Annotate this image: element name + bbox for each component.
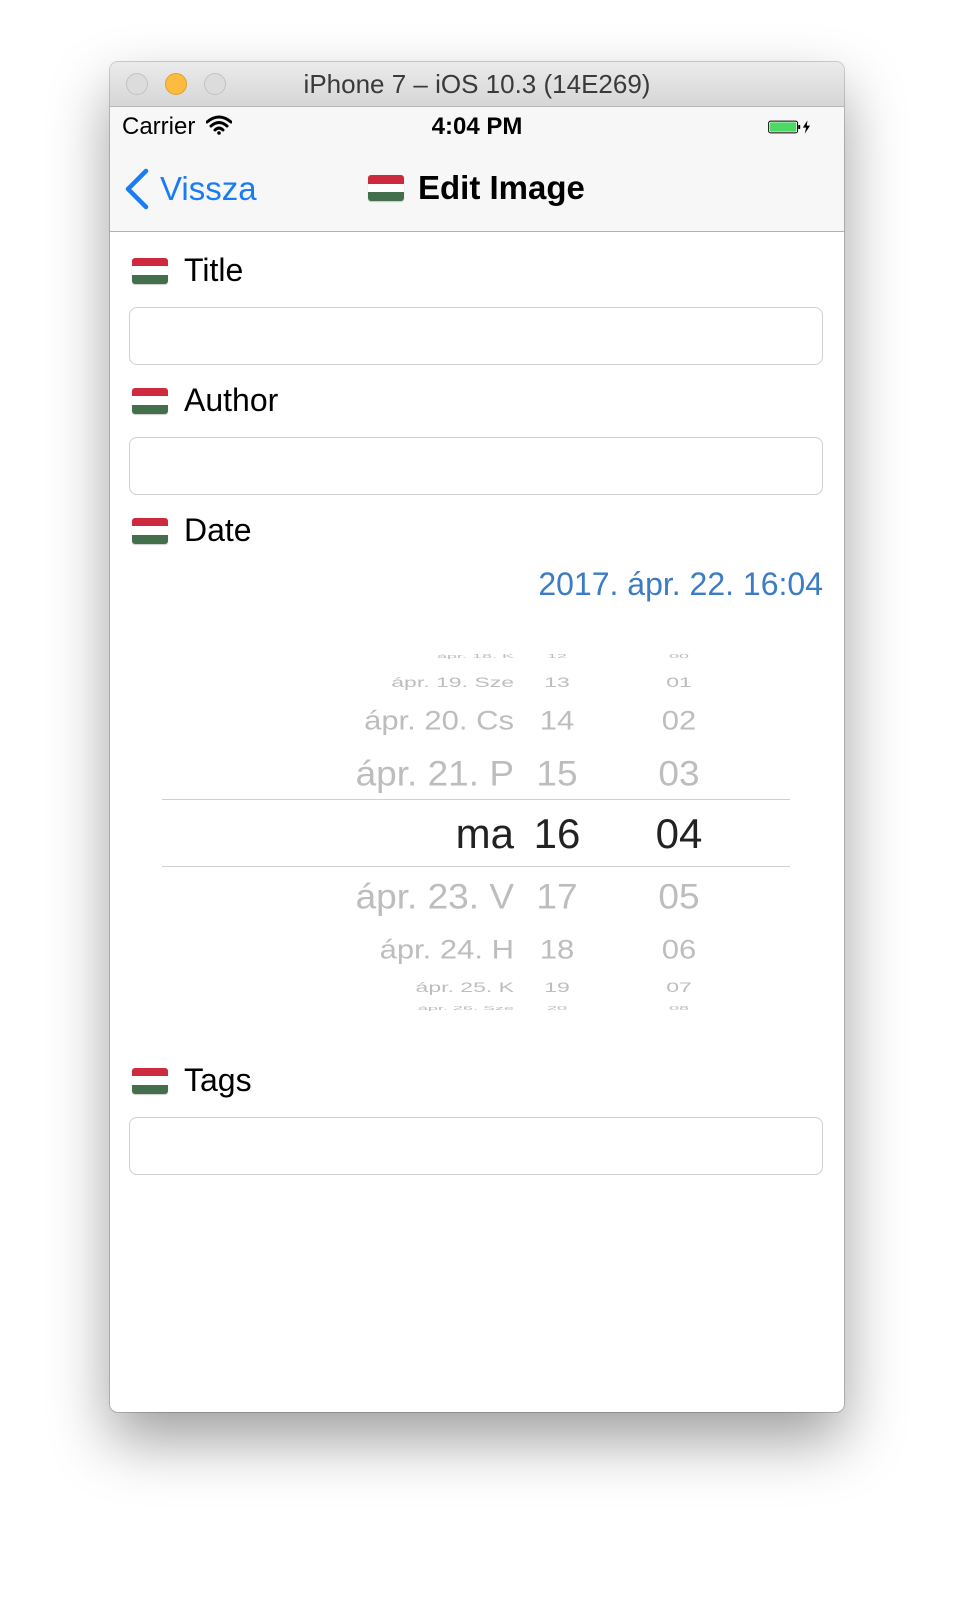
battery-charging-icon <box>768 120 811 134</box>
picker-hour-option[interactable]: 16 <box>497 813 617 855</box>
picker-hour-option[interactable]: 14 <box>497 707 617 734</box>
hungarian-flag-icon <box>132 1067 168 1094</box>
window-title: iPhone 7 – iOS 10.3 (14E269) <box>303 69 651 99</box>
nav-title: Edit Image <box>368 169 585 207</box>
title-label: Title <box>132 252 243 289</box>
picker-minute-option[interactable]: 00 <box>619 653 739 658</box>
window-titlebar: iPhone 7 – iOS 10.3 (14E269) <box>110 62 844 107</box>
picker-minute-option[interactable]: 07 <box>619 980 739 994</box>
hungarian-flag-icon <box>368 175 404 201</box>
picker-minute-option[interactable]: 01 <box>619 675 739 689</box>
author-label: Author <box>132 382 278 419</box>
picker-hour-option[interactable]: 17 <box>497 878 617 914</box>
date-label: Date <box>132 512 252 549</box>
picker-minute-option[interactable]: 04 <box>619 813 739 855</box>
date-time-picker[interactable]: ápr. 18. Kápr. 19. Sze ápr. 20. Cs ápr. 21… <box>162 652 790 1012</box>
picker-hour-option[interactable]: 13 <box>497 675 617 689</box>
author-input[interactable] <box>129 437 823 495</box>
picker-minute-option[interactable]: 06 <box>619 936 739 963</box>
picker-selection-top-line <box>162 799 790 800</box>
simulator-window: iPhone 7 – iOS 10.3 (14E269) Carrier 4:0… <box>110 62 844 1412</box>
picker-hour-option[interactable]: 19 <box>497 980 617 994</box>
tags-input[interactable] <box>129 1117 823 1175</box>
picker-day-option[interactable]: ápr. 19. Sze <box>391 675 514 689</box>
picker-selection-bottom-line <box>162 866 790 867</box>
hungarian-flag-icon <box>132 387 168 414</box>
picker-day-option[interactable]: ápr. 24. H <box>380 936 514 963</box>
picker-day-option[interactable]: ápr. 21. P <box>356 755 514 791</box>
tags-label: Tags <box>132 1062 252 1099</box>
hungarian-flag-icon <box>132 257 168 284</box>
author-label-text: Author <box>184 382 279 418</box>
back-button-label: Vissza <box>160 170 257 207</box>
picker-hour-option[interactable]: 18 <box>497 936 617 963</box>
date-label-text: Date <box>184 512 252 548</box>
navigation-bar: Vissza Edit Image <box>110 147 844 232</box>
picker-day-option[interactable]: ápr. 20. Cs <box>364 707 514 734</box>
picker-hour-option[interactable]: 20 <box>497 1005 617 1010</box>
status-time: 4:04 PM <box>431 113 523 140</box>
picker-hour-option[interactable]: 12 <box>497 653 617 658</box>
back-button[interactable]: Vissza <box>124 167 257 211</box>
ios-status-bar: Carrier 4:04 PM <box>110 107 844 147</box>
picker-minute-option[interactable]: 02 <box>619 707 739 734</box>
title-input[interactable] <box>129 307 823 365</box>
hungarian-flag-icon <box>132 517 168 544</box>
picker-minute-option[interactable]: 08 <box>619 1005 739 1010</box>
date-value[interactable]: 2017. ápr. 22. 16:04 <box>538 566 823 603</box>
title-label-text: Title <box>184 252 244 288</box>
picker-day-option[interactable]: ápr. 23. V <box>356 878 514 914</box>
tags-label-text: Tags <box>184 1062 252 1098</box>
picker-minute-option[interactable]: 05 <box>619 878 739 914</box>
picker-hour-option[interactable]: 15 <box>497 755 617 791</box>
picker-minute-option[interactable]: 03 <box>619 755 739 791</box>
chevron-left-icon <box>125 168 149 210</box>
nav-title-text: Edit Image <box>418 169 585 206</box>
